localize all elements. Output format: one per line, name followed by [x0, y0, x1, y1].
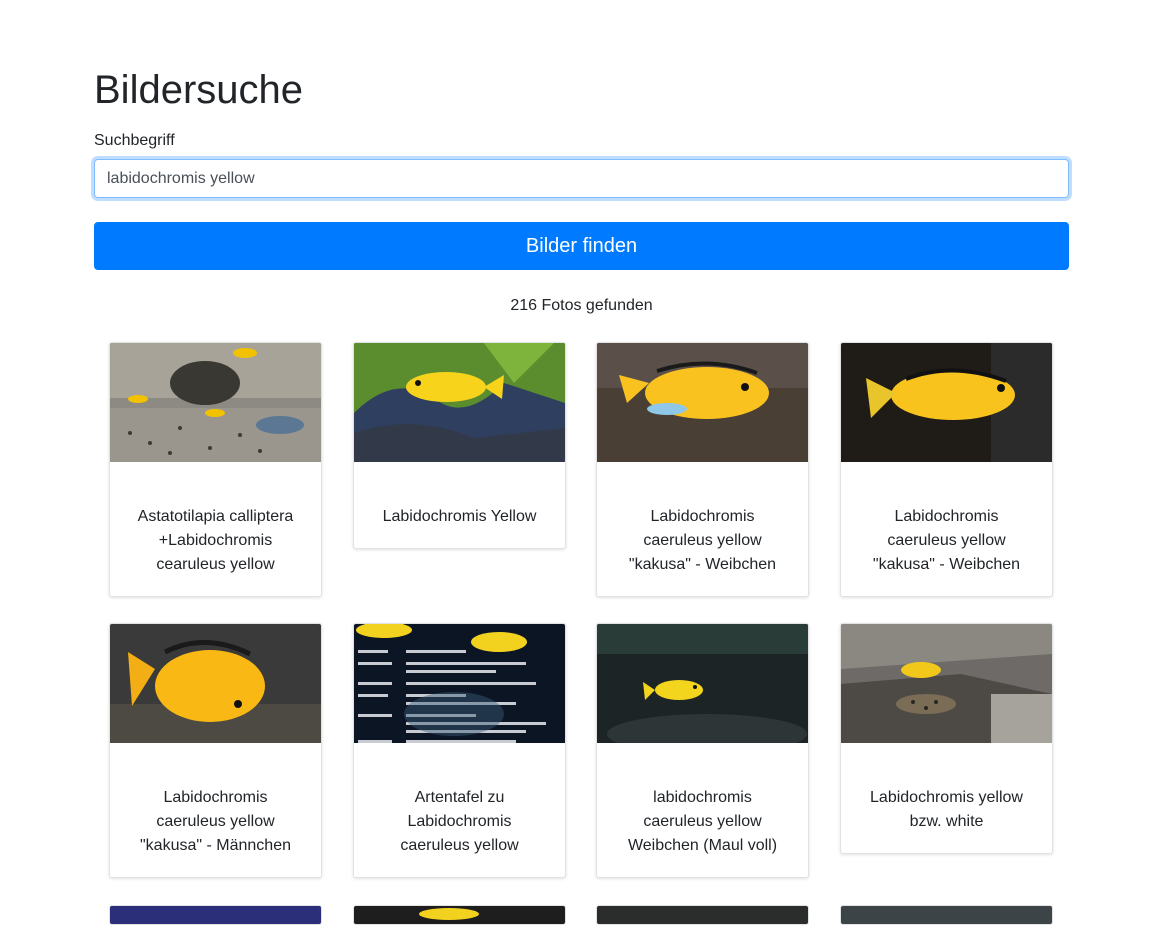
card-title: Artentafel zu Labidochromis caeruleus ye…: [400, 789, 519, 854]
image-card-partial[interactable]: [840, 905, 1053, 925]
find-images-button[interactable]: Bilder finden: [94, 222, 1069, 270]
species-chart-image[interactable]: [354, 624, 565, 743]
fish-photo[interactable]: [110, 343, 321, 462]
page-title: Bildersuche: [94, 68, 304, 112]
image-card-partial[interactable]: [353, 905, 566, 925]
fish-photo[interactable]: [110, 624, 321, 743]
image-card[interactable]: Labidochromis caeruleus yellow "kakusa" …: [109, 623, 322, 878]
card-title: Astatotilapia calliptera +Labidochromis …: [137, 508, 294, 573]
card-title: Labidochromis caeruleus yellow "kakusa" …: [872, 508, 1021, 573]
fish-photo[interactable]: [354, 343, 565, 462]
fish-photo[interactable]: [841, 343, 1052, 462]
image-card[interactable]: Labidochromis Yellow: [353, 342, 566, 549]
card-title: Labidochromis caeruleus yellow "kakusa" …: [628, 508, 777, 573]
fish-photo: [419, 908, 479, 920]
card-title: labidochromis caeruleus yellow Weibchen …: [627, 789, 778, 854]
image-card[interactable]: Astatotilapia calliptera +Labidochromis …: [109, 342, 322, 597]
search-label: Suchbegriff: [94, 132, 175, 149]
fish-photo[interactable]: [597, 624, 808, 743]
image-card[interactable]: Labidochromis caeruleus yellow "kakusa" …: [596, 342, 809, 597]
search-input[interactable]: [94, 159, 1069, 198]
card-title: Labidochromis caeruleus yellow "kakusa" …: [140, 789, 291, 854]
card-title: Labidochromis yellow bzw. white: [870, 789, 1023, 830]
image-card-partial[interactable]: [596, 905, 809, 925]
image-card-partial[interactable]: [109, 905, 322, 925]
result-count: 216 Fotos gefunden: [510, 297, 653, 314]
image-card[interactable]: Labidochromis yellow bzw. white: [840, 623, 1053, 854]
card-title: Labidochromis Yellow: [382, 508, 537, 525]
image-card[interactable]: Artentafel zu Labidochromis caeruleus ye…: [353, 623, 566, 878]
image-card[interactable]: Labidochromis caeruleus yellow "kakusa" …: [840, 342, 1053, 597]
fish-photo[interactable]: [597, 343, 808, 462]
fish-photo[interactable]: [841, 624, 1052, 743]
image-card[interactable]: labidochromis caeruleus yellow Weibchen …: [596, 623, 809, 878]
